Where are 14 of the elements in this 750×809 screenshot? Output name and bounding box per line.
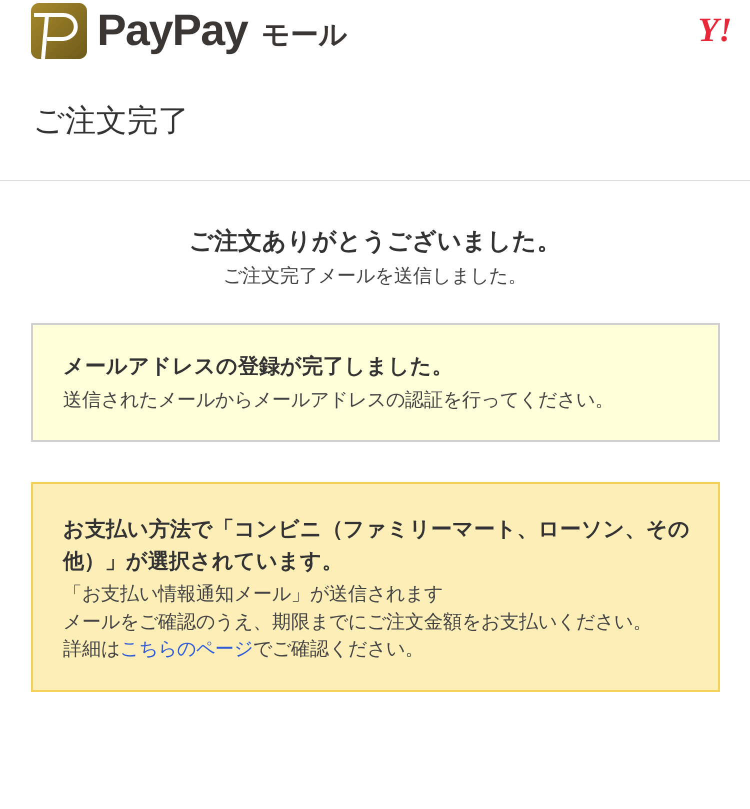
logo-text: PayPay [97, 6, 248, 56]
notice-title: メールアドレスの登録が完了しました。 [63, 353, 454, 380]
notice-text: メールをご確認のうえ、期限までにご注文金額をお支払いください。 [63, 610, 653, 635]
notice-text: 「お支払い情報通知メール」が送信されます [63, 582, 444, 608]
details-link[interactable]: こちらのページ [120, 638, 253, 660]
notice-text: 詳細はこちらのページでご確認ください。 [63, 637, 425, 662]
thanks-heading: ご注文ありがとうございました。 [189, 226, 561, 257]
notice-title: お支払い方法で「コンビニ（ファミリーマート、ローソン、その他）」が選択されています。 [63, 516, 690, 575]
page-title: ご注文完了 [33, 102, 189, 141]
logo-icon [31, 3, 87, 59]
partner-logo[interactable]: Y! [698, 12, 732, 50]
thanks-subtitle: ご注文完了メールを送信しました。 [223, 264, 527, 289]
logo-suffix: モール [262, 17, 348, 53]
notice-text: 送信されたメールからメールアドレスの認証を行ってください。 [63, 388, 615, 412]
